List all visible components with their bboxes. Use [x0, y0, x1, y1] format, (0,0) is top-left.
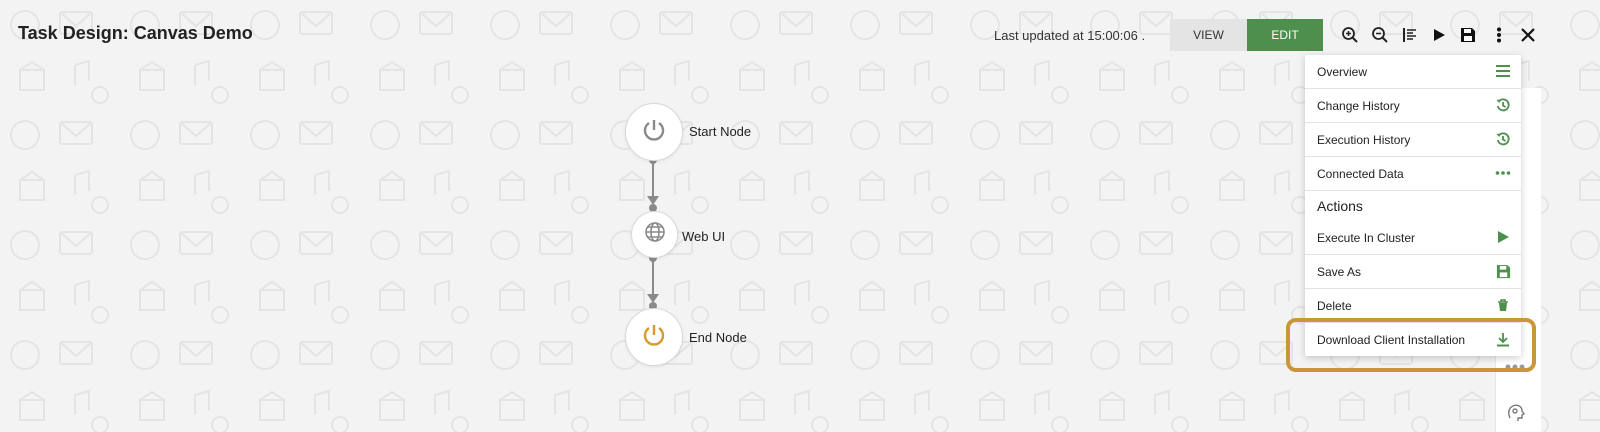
menu-item-label: Delete	[1317, 298, 1352, 313]
menu-item-change-history[interactable]: Change History	[1305, 89, 1521, 123]
menu-item-execute-in-cluster[interactable]: Execute In Cluster	[1305, 221, 1521, 255]
menu-item-label: Save As	[1317, 264, 1362, 279]
end-node-label: End Node	[689, 330, 747, 345]
history-icon	[1495, 131, 1511, 147]
start-node[interactable]	[625, 103, 683, 161]
menu-item-execution-history[interactable]: Execution History	[1305, 123, 1521, 157]
play-icon	[1495, 229, 1511, 245]
save-icon	[1495, 263, 1511, 279]
globe-icon	[644, 221, 666, 248]
menu-item-label: Download Client Installation	[1317, 332, 1466, 347]
ellipsis-icon	[1495, 165, 1511, 181]
menu-item-delete[interactable]: Delete	[1305, 289, 1521, 323]
web-ui-node-label: Web UI	[682, 229, 726, 244]
menu-item-overview[interactable]: Overview	[1305, 55, 1521, 89]
ellipsis-icon[interactable]	[1504, 358, 1526, 376]
end-node[interactable]	[625, 308, 683, 366]
menu-item-connected-data[interactable]: Connected Data	[1305, 157, 1521, 191]
power-icon	[641, 117, 667, 148]
menu-section-actions: Actions	[1317, 198, 1363, 214]
menu-item-save-as[interactable]: Save As	[1305, 255, 1521, 289]
start-node-label: Start Node	[689, 124, 752, 139]
list-icon	[1495, 63, 1511, 79]
download-icon	[1495, 331, 1511, 347]
web-ui-node[interactable]	[631, 211, 678, 258]
menu-item-label: Execution History	[1317, 132, 1411, 147]
menu-item-download-client-installation[interactable]: Download Client Installation	[1305, 323, 1521, 356]
menu-item-label: Execute In Cluster	[1317, 230, 1416, 245]
menu-item-label: Change History	[1317, 98, 1400, 113]
brain-icon[interactable]	[1506, 402, 1526, 427]
menu-item-label: Overview	[1317, 64, 1368, 79]
power-icon	[641, 322, 667, 353]
menu-item-label: Connected Data	[1317, 166, 1404, 181]
trash-icon	[1495, 297, 1511, 313]
more-options-menu: Overview Change History Execution Histor…	[1305, 55, 1521, 356]
history-icon	[1495, 97, 1511, 113]
